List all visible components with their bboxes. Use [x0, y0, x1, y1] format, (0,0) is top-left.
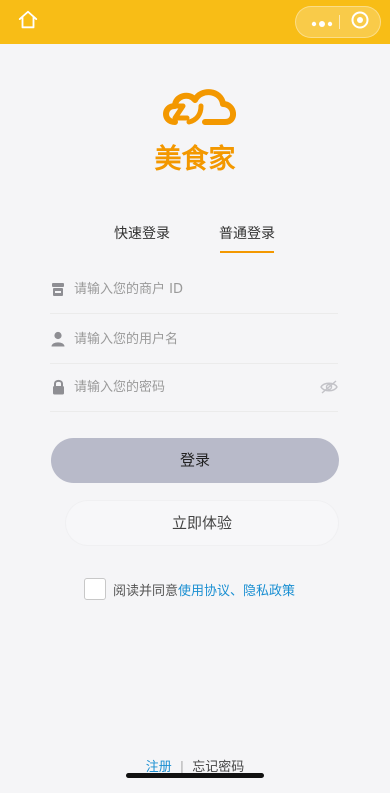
username-field [50, 316, 338, 364]
more-button[interactable] [306, 7, 338, 37]
eye-hidden-icon[interactable] [320, 379, 338, 395]
agreement-row: 阅读并同意使用协议、隐私政策 [84, 578, 344, 602]
agreement-separator: 、 [230, 584, 244, 599]
password-input[interactable] [74, 375, 304, 399]
terms-link[interactable]: 使用协议 [178, 584, 230, 599]
active-tab-indicator [220, 251, 274, 253]
merchant-id-field [50, 266, 338, 314]
home-button[interactable] [14, 8, 42, 36]
agreement-text: 阅读并同意使用协议、隐私政策 [113, 580, 295, 599]
user-icon [50, 330, 66, 348]
miniprogram-capsule [295, 6, 381, 38]
login-button[interactable]: 登录 [51, 438, 339, 483]
login-tabs: 快速登录 普通登录 [0, 222, 390, 256]
privacy-link[interactable]: 隐私政策 [243, 584, 295, 599]
username-input[interactable] [74, 327, 304, 351]
lock-icon [50, 378, 66, 396]
tab-quick-login[interactable]: 快速登录 [108, 222, 176, 256]
more-dots-icon [310, 13, 334, 32]
target-close-icon [350, 10, 370, 34]
home-indicator [126, 773, 264, 778]
password-field [50, 364, 338, 412]
tab-normal-login[interactable]: 普通登录 [216, 222, 278, 256]
capsule-divider [339, 15, 340, 29]
tab-label: 快速登录 [114, 226, 170, 242]
home-icon [17, 9, 39, 35]
close-miniprogram-button[interactable] [348, 11, 372, 33]
try-now-button[interactable]: 立即体验 [66, 501, 338, 545]
merchant-id-input[interactable] [74, 277, 304, 301]
agreement-prefix: 阅读并同意 [113, 584, 179, 599]
brand-logo: 美食家 [145, 82, 245, 180]
agreement-checkbox[interactable] [84, 578, 106, 600]
brand-name: 美食家 [155, 143, 236, 175]
tab-label: 普通登录 [219, 226, 275, 242]
shop-icon [50, 280, 66, 298]
top-nav-bar [0, 0, 390, 44]
